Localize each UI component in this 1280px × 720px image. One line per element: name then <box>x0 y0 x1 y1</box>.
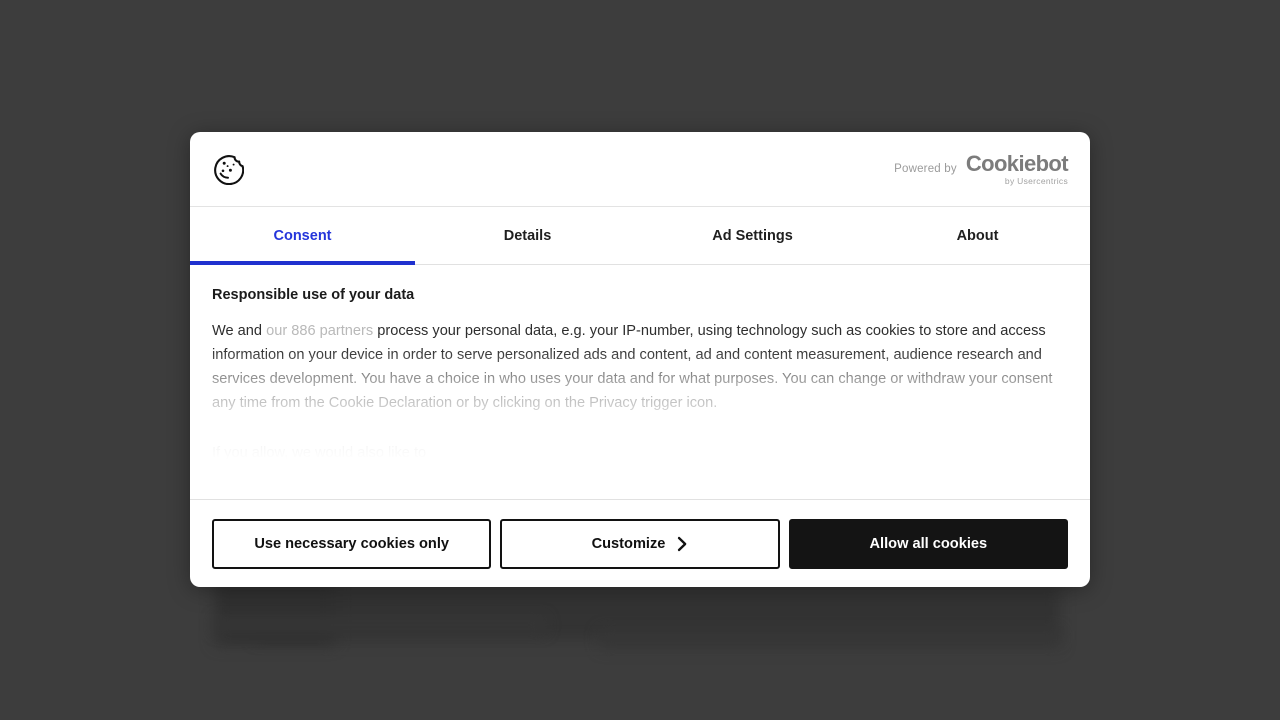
cookiebot-logo: Cookiebot by Usercentrics <box>965 150 1069 186</box>
use-necessary-cookies-only-button[interactable]: Use necessary cookies only <box>212 518 492 569</box>
cookie-consent-dialog: Powered by Cookiebot by Usercentrics Con… <box>190 132 1090 587</box>
cookiebot-subtitle: by Usercentrics <box>1004 175 1068 186</box>
dialog-header: Powered by Cookiebot by Usercentrics <box>190 132 1090 207</box>
tab-consent[interactable]: Consent <box>190 207 415 265</box>
list-item: Collect information about your geographi… <box>246 473 1068 497</box>
chevron-right-icon <box>677 536 688 552</box>
customize-button[interactable]: Customize <box>500 518 780 569</box>
backdrop-block <box>215 618 545 632</box>
allow-all-cookies-button[interactable]: Allow all cookies <box>788 518 1068 569</box>
allow-list: Collect information about your geographi… <box>212 473 1068 497</box>
backdrop-block <box>600 630 1060 648</box>
partners-link[interactable]: our 886 partners <box>266 323 373 339</box>
customize-button-label: Customize <box>591 535 666 552</box>
dialog-footer: Use necessary cookies only Customize All… <box>190 499 1090 587</box>
dialog-tab-bar: Consent Details Ad Settings About <box>190 207 1090 265</box>
allow-sub-heading: If you allow, we would also like to <box>212 445 427 461</box>
body-paragraph: We and our 886 partners process your per… <box>212 319 1068 415</box>
tab-ad-settings[interactable]: Ad Settings <box>640 207 865 264</box>
cookie-icon <box>212 153 244 185</box>
cookiebot-wordmark: Cookiebot <box>965 150 1069 176</box>
paragraph-text-before-link: We and <box>212 323 267 339</box>
body-title: Responsible use of your data <box>212 287 415 303</box>
dialog-brand-left <box>212 153 244 185</box>
powered-by-label: Powered by <box>894 163 957 175</box>
tab-details[interactable]: Details <box>415 207 640 264</box>
dialog-brand-right: Powered by Cookiebot by Usercentrics <box>894 150 1069 186</box>
dialog-body[interactable]: Responsible use of your data We and our … <box>190 265 1090 499</box>
tab-about[interactable]: About <box>865 207 1090 264</box>
